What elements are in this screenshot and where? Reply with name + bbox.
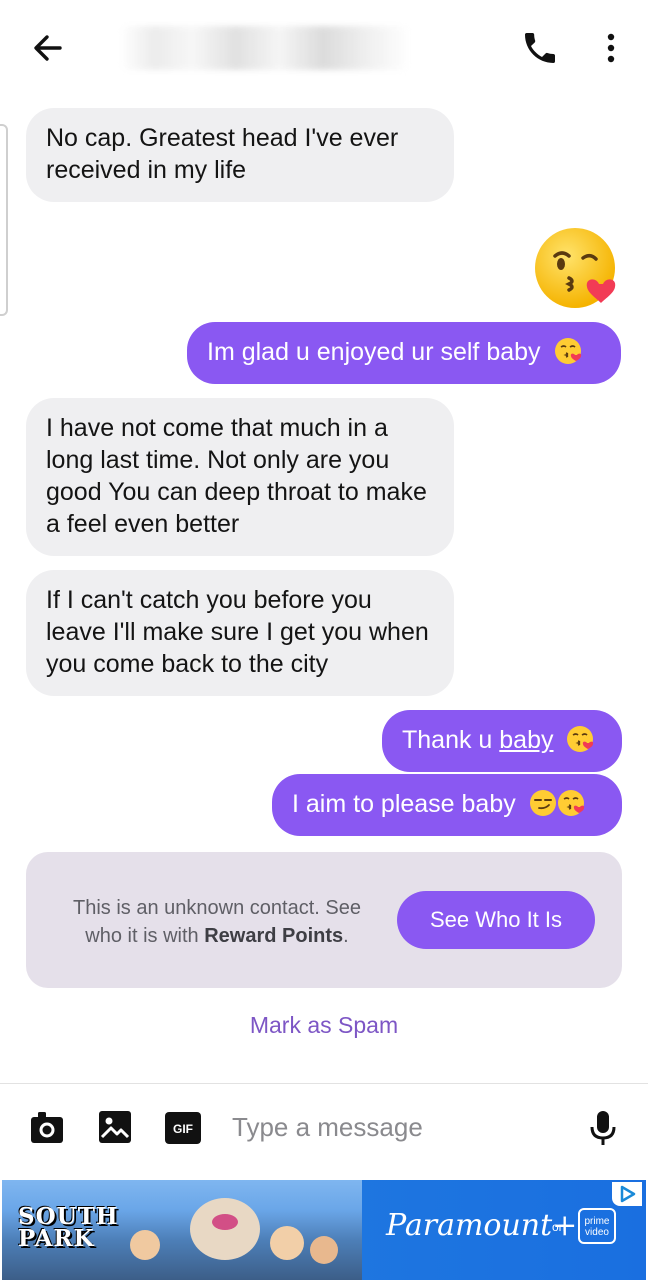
unknown-contact-text: This is an unknown contact. See who it i… xyxy=(52,894,382,950)
message-input[interactable]: Type a message xyxy=(232,1112,552,1143)
ad-character-mouth xyxy=(212,1214,238,1230)
on-label: on xyxy=(552,1220,566,1234)
prime-video-logo: prime video xyxy=(578,1208,616,1244)
mark-as-spam-link[interactable]: Mark as Spam xyxy=(0,1012,648,1039)
back-arrow-icon[interactable] xyxy=(28,28,68,68)
message-outgoing[interactable]: I aim to please baby xyxy=(272,774,622,836)
kiss-emoji-icon xyxy=(557,790,584,816)
message-incoming[interactable]: No cap. Greatest head I've ever received… xyxy=(26,108,454,202)
ad-character xyxy=(310,1236,338,1264)
kiss-emoji-icon xyxy=(554,338,581,364)
kiss-emoji-message[interactable] xyxy=(533,226,625,314)
message-outgoing[interactable]: Thank u baby xyxy=(382,710,622,772)
message-text: No cap. Greatest head I've ever received… xyxy=(46,124,399,184)
image-icon[interactable] xyxy=(98,1110,132,1144)
message-text: I aim to please baby xyxy=(292,790,516,818)
prime-line1: prime xyxy=(584,1216,610,1227)
message-incoming[interactable]: I have not come that much in a long last… xyxy=(26,398,454,556)
prime-line2: video xyxy=(585,1227,609,1238)
camera-icon[interactable] xyxy=(28,1110,66,1146)
message-text: Thank u xyxy=(402,726,500,754)
contact-name-redacted[interactable] xyxy=(120,26,410,70)
phone-icon[interactable] xyxy=(520,28,560,68)
scroll-edge-indicator xyxy=(0,124,8,316)
message-text: If I can't catch you before you leave I'… xyxy=(46,586,429,678)
gif-icon[interactable]: GIF xyxy=(165,1112,201,1144)
reward-points-label: Reward Points xyxy=(204,925,344,947)
ad-character xyxy=(130,1230,160,1260)
message-text: Im glad u enjoyed ur self baby xyxy=(207,338,541,366)
message-link[interactable]: baby xyxy=(499,726,553,754)
message-text: I have not come that much in a long last… xyxy=(46,414,427,538)
more-options-icon[interactable] xyxy=(596,28,626,68)
see-who-it-is-button[interactable]: See Who It Is xyxy=(397,891,595,949)
ad-choices-icon[interactable] xyxy=(612,1182,642,1206)
ad-character xyxy=(270,1226,304,1260)
south-park-logo: SOUTH PARK xyxy=(18,1205,119,1252)
composer-divider xyxy=(0,1083,648,1084)
unknown-contact-text-end: . xyxy=(343,925,349,947)
message-outgoing[interactable]: Im glad u enjoyed ur self baby xyxy=(187,322,621,384)
kiss-emoji-icon xyxy=(567,726,594,752)
microphone-icon[interactable] xyxy=(588,1108,618,1148)
gif-label: GIF xyxy=(173,1122,193,1136)
message-incoming[interactable]: If I can't catch you before you leave I'… xyxy=(26,570,454,696)
south-park-line2: PARK xyxy=(18,1225,95,1252)
paramount-plus-logo: Paramount+ xyxy=(386,1208,578,1243)
smirk-emoji-icon xyxy=(529,790,556,816)
